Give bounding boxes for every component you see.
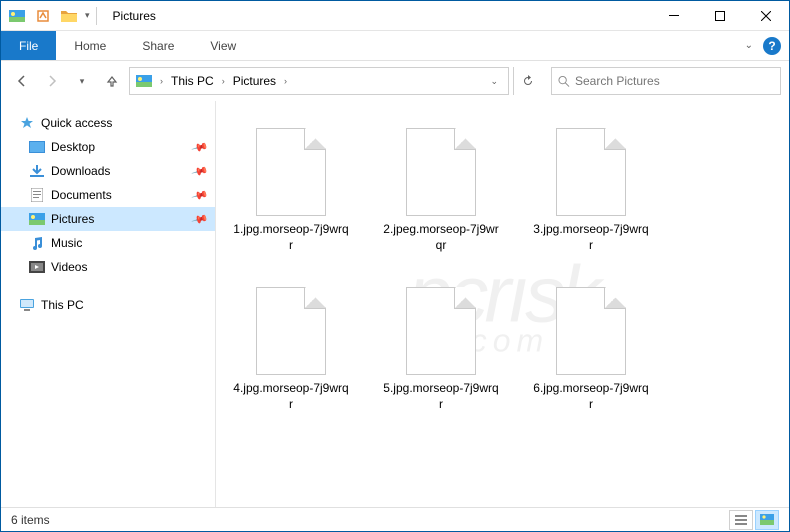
recent-locations-button[interactable]: ▾ <box>69 68 95 94</box>
file-item[interactable]: 1.jpg.morseop-7j9wrqr <box>226 121 356 260</box>
breadcrumb-this-pc[interactable]: This PC <box>167 68 218 94</box>
qat-separator <box>96 7 97 25</box>
file-icon <box>556 128 626 216</box>
minimize-button[interactable] <box>651 1 697 31</box>
title-bar: ▾ Pictures <box>1 1 789 31</box>
music-icon <box>29 235 45 251</box>
file-name-label: 3.jpg.morseop-7j9wrqr <box>533 222 649 253</box>
nav-item-label: Videos <box>51 260 87 274</box>
content-pane[interactable]: pcrısk .com 1.jpg.morseop-7j9wrqr2.jpeg.… <box>216 101 789 507</box>
file-icon <box>256 287 326 375</box>
window-controls <box>651 1 789 31</box>
nav-item-downloads[interactable]: Downloads 📌 <box>1 159 215 183</box>
file-name-label: 1.jpg.morseop-7j9wrqr <box>233 222 349 253</box>
file-grid: 1.jpg.morseop-7j9wrqr 2.jpeg.morseop-7j9w… <box>226 121 779 419</box>
file-item[interactable]: 4.jpg.morseop-7j9wrqr <box>226 280 356 419</box>
main-area: Quick access Desktop📌Downloads📌Documents… <box>1 101 789 507</box>
nav-item-label: Documents <box>51 188 112 202</box>
qat-dropdown-icon[interactable]: ▾ <box>83 10 92 21</box>
address-bar[interactable]: › This PC › Pictures › ⌄ <box>129 67 509 95</box>
window-title: Pictures <box>113 9 156 23</box>
nav-item-label: Downloads <box>51 164 110 178</box>
navigation-pane: Quick access Desktop📌Downloads📌Documents… <box>1 101 216 507</box>
pin-icon: 📌 <box>191 186 209 204</box>
file-item[interactable]: 3.jpg.morseop-7j9wrqr <box>526 121 656 260</box>
item-count: 6 items <box>11 513 50 527</box>
file-name-label: 2.jpeg.morseop-7j9wrqr <box>383 222 499 253</box>
back-button[interactable] <box>9 68 35 94</box>
details-view-button[interactable] <box>729 510 753 530</box>
star-icon <box>19 115 35 131</box>
chevron-right-icon[interactable]: › <box>218 76 229 86</box>
expand-ribbon-icon[interactable]: ⌄ <box>745 40 753 51</box>
search-box[interactable] <box>551 67 781 95</box>
new-folder-qat-button[interactable] <box>57 5 81 27</box>
search-icon <box>558 75 570 88</box>
breadcrumb-root-icon[interactable] <box>132 68 156 94</box>
documents-icon <box>29 187 45 203</box>
tab-view[interactable]: View <box>192 31 254 60</box>
properties-qat-button[interactable] <box>31 5 55 27</box>
file-item[interactable]: 2.jpeg.morseop-7j9wrqr <box>376 121 506 260</box>
file-icon <box>406 128 476 216</box>
pictures-icon <box>29 211 45 227</box>
nav-quick-access-label: Quick access <box>41 116 112 130</box>
file-item[interactable]: 6.jpg.morseop-7j9wrqr <box>526 280 656 419</box>
tab-home[interactable]: Home <box>56 31 124 60</box>
ribbon: File Home Share View ⌄ ? <box>1 31 789 61</box>
close-button[interactable] <box>743 1 789 31</box>
nav-item-pictures[interactable]: Pictures 📌 <box>1 207 215 231</box>
quick-access-toolbar: ▾ <box>1 5 103 27</box>
app-icon[interactable] <box>5 5 29 27</box>
desktop-icon <box>29 139 45 155</box>
file-item[interactable]: 5.jpg.morseop-7j9wrqr <box>376 280 506 419</box>
breadcrumb-pictures[interactable]: Pictures <box>229 68 280 94</box>
nav-item-label: Desktop <box>51 140 95 154</box>
nav-this-pc-label: This PC <box>41 298 84 312</box>
pc-icon <box>19 297 35 313</box>
chevron-right-icon[interactable]: › <box>156 76 167 86</box>
file-icon <box>556 287 626 375</box>
file-tab[interactable]: File <box>1 31 56 60</box>
nav-item-desktop[interactable]: Desktop 📌 <box>1 135 215 159</box>
up-button[interactable] <box>99 68 125 94</box>
search-input[interactable] <box>575 74 774 88</box>
help-icon[interactable]: ? <box>763 37 781 55</box>
forward-button[interactable] <box>39 68 65 94</box>
status-bar: 6 items <box>1 507 789 531</box>
nav-item-videos[interactable]: Videos <box>1 255 215 279</box>
chevron-right-icon[interactable]: › <box>280 76 291 86</box>
file-name-label: 4.jpg.morseop-7j9wrqr <box>233 381 349 412</box>
refresh-button[interactable] <box>513 67 541 95</box>
videos-icon <box>29 259 45 275</box>
address-toolbar: ▾ › This PC › Pictures › ⌄ <box>1 61 789 101</box>
nav-item-label: Pictures <box>51 212 94 226</box>
pin-icon: 📌 <box>191 210 209 228</box>
file-icon <box>406 287 476 375</box>
nav-this-pc[interactable]: This PC <box>1 293 215 317</box>
file-name-label: 5.jpg.morseop-7j9wrqr <box>383 381 499 412</box>
downloads-icon <box>29 163 45 179</box>
tab-share[interactable]: Share <box>124 31 192 60</box>
file-icon <box>256 128 326 216</box>
nav-quick-access[interactable]: Quick access <box>1 111 215 135</box>
large-icons-view-button[interactable] <box>755 510 779 530</box>
pin-icon: 📌 <box>191 162 209 180</box>
maximize-button[interactable] <box>697 1 743 31</box>
nav-item-music[interactable]: Music <box>1 231 215 255</box>
file-name-label: 6.jpg.morseop-7j9wrqr <box>533 381 649 412</box>
nav-item-documents[interactable]: Documents 📌 <box>1 183 215 207</box>
nav-item-label: Music <box>51 236 82 250</box>
address-history-dropdown[interactable]: ⌄ <box>486 76 506 87</box>
pin-icon: 📌 <box>191 138 209 156</box>
